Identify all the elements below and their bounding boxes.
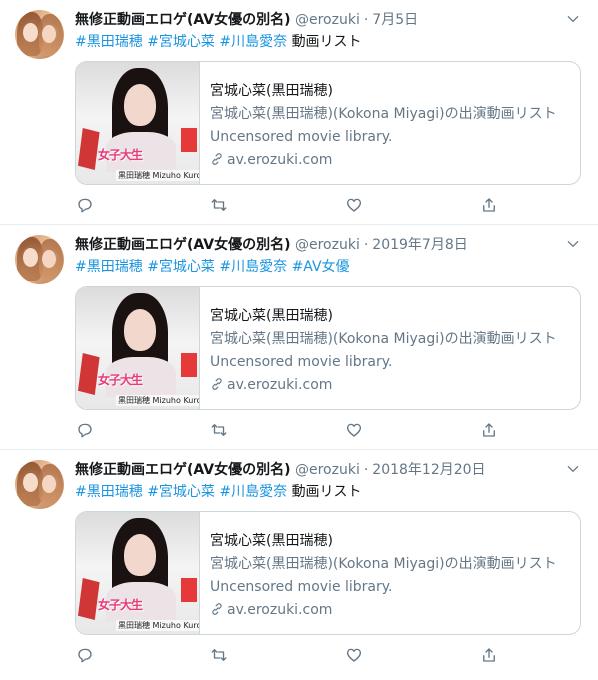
chevron-down-icon[interactable] [566, 12, 580, 26]
avatar[interactable] [15, 460, 64, 509]
card-text: 宮城心菜(黒田瑞穂) 宮城心菜(黒田瑞穂)(Kokona Miyagi)の出演動… [210, 530, 572, 622]
author-handle[interactable]: @erozuki [295, 12, 360, 28]
card-domain-text: av.erozuki.com [227, 602, 333, 618]
thumb-face [124, 84, 156, 126]
avatar-face-right [42, 475, 56, 493]
tweet-text-tail: 動画リスト [291, 484, 362, 500]
thumb-badge [181, 128, 197, 152]
thumb-face [124, 534, 156, 576]
thumb-badge [181, 353, 197, 377]
tweet-actions [75, 195, 505, 215]
tweet-actions [75, 420, 505, 440]
avatar-face-right [42, 250, 56, 268]
tweet-actions [75, 645, 505, 665]
tweet-header: 無修正動画エロゲ(AV女優の別名) @erozuki · 2018年12月20日 [75, 460, 486, 480]
like-icon[interactable] [344, 195, 364, 215]
retweet-icon[interactable] [209, 645, 229, 665]
link-card[interactable]: 女子大生 黒田瑞穂 Mizuho Kuroda 宮城心菜(黒田瑞穂) 宮城心菜(… [75, 511, 581, 635]
hashtag-link[interactable]: #宮城心菜 [147, 34, 215, 50]
card-thumbnail: 女子大生 黒田瑞穂 Mizuho Kuroda [76, 62, 200, 184]
author-name[interactable]: 無修正動画エロゲ(AV女優の別名) [75, 12, 291, 28]
avatar[interactable] [15, 235, 64, 284]
separator-dot: · [363, 237, 369, 253]
link-card[interactable]: 女子大生 黒田瑞穂 Mizuho Kuroda 宮城心菜(黒田瑞穂) 宮城心菜(… [75, 286, 581, 410]
link-card[interactable]: 女子大生 黒田瑞穂 Mizuho Kuroda 宮城心菜(黒田瑞穂) 宮城心菜(… [75, 61, 581, 185]
separator-dot: · [363, 12, 369, 28]
reply-icon[interactable] [75, 195, 95, 215]
tweet-text: #黒田瑞穂 #宮城心菜 #川島愛奈 動画リスト [75, 32, 362, 52]
tweet-text: #黒田瑞穂 #宮城心菜 #川島愛奈 動画リスト [75, 482, 362, 502]
retweet-icon[interactable] [209, 195, 229, 215]
hashtag-link[interactable]: #黒田瑞穂 [75, 34, 143, 50]
share-icon[interactable] [479, 420, 499, 440]
share-icon[interactable] [479, 645, 499, 665]
card-domain: av.erozuki.com [210, 149, 572, 172]
card-subtitle: Uncensored movie library. [210, 354, 393, 370]
chevron-down-icon[interactable] [566, 237, 580, 251]
reply-icon[interactable] [75, 420, 95, 440]
tweet-date[interactable]: 2018年12月20日 [372, 462, 485, 478]
tweet-header: 無修正動画エロゲ(AV女優の別名) @erozuki · 7月5日 [75, 10, 418, 30]
card-domain-text: av.erozuki.com [227, 377, 333, 393]
reply-icon[interactable] [75, 645, 95, 665]
avatar-face-left [23, 23, 38, 42]
hashtag-link[interactable]: #川島愛奈 [219, 259, 287, 275]
hashtag-link[interactable]: #宮城心菜 [147, 259, 215, 275]
author-handle[interactable]: @erozuki [295, 462, 360, 478]
tweet-date[interactable]: 7月5日 [372, 12, 418, 28]
tweet-text: #黒田瑞穂 #宮城心菜 #川島愛奈 #AV女優 [75, 257, 350, 277]
card-title: 宮城心菜(黒田瑞穂) [210, 533, 333, 549]
share-icon[interactable] [479, 195, 499, 215]
card-title: 宮城心菜(黒田瑞穂) [210, 308, 333, 324]
link-icon [212, 603, 222, 615]
like-icon[interactable] [344, 420, 364, 440]
author-name[interactable]: 無修正動画エロゲ(AV女優の別名) [75, 462, 291, 478]
tweet-date[interactable]: 2019年7月8日 [372, 237, 467, 253]
chevron-down-icon[interactable] [566, 462, 580, 476]
thumb-badge [181, 578, 197, 602]
hashtag-link[interactable]: #AV女優 [292, 259, 350, 275]
tweet[interactable]: 無修正動画エロゲ(AV女優の別名) @erozuki · 2018年12月20日 #… [0, 450, 598, 675]
thumb-caption: 黒田瑞穂 Mizuho Kuroda [116, 170, 199, 181]
like-icon[interactable] [344, 645, 364, 665]
author-handle[interactable]: @erozuki [295, 237, 360, 253]
hashtag-link[interactable]: #黒田瑞穂 [75, 484, 143, 500]
card-description: 宮城心菜(黒田瑞穂)(Kokona Miyagi)の出演動画リスト [210, 331, 557, 347]
tweet[interactable]: 無修正動画エロゲ(AV女優の別名) @erozuki · 2019年7月8日 #黒田… [0, 225, 598, 450]
thumb-caption: 黒田瑞穂 Mizuho Kuroda [116, 620, 199, 631]
avatar-face-right [42, 25, 56, 43]
card-text: 宮城心菜(黒田瑞穂) 宮城心菜(黒田瑞穂)(Kokona Miyagi)の出演動… [210, 80, 572, 172]
tweet-text-tail: 動画リスト [291, 34, 362, 50]
hashtag-link[interactable]: #宮城心菜 [147, 484, 215, 500]
hashtag-link[interactable]: #川島愛奈 [219, 484, 287, 500]
tweet-header: 無修正動画エロゲ(AV女優の別名) @erozuki · 2019年7月8日 [75, 235, 468, 255]
hashtag-link[interactable]: #川島愛奈 [219, 34, 287, 50]
card-title: 宮城心菜(黒田瑞穂) [210, 83, 333, 99]
retweet-icon[interactable] [209, 420, 229, 440]
card-subtitle: Uncensored movie library. [210, 129, 393, 145]
card-description: 宮城心菜(黒田瑞穂)(Kokona Miyagi)の出演動画リスト [210, 556, 557, 572]
card-domain: av.erozuki.com [210, 374, 572, 397]
card-subtitle: Uncensored movie library. [210, 579, 393, 595]
thumb-banner-text: 女子大生 [98, 373, 143, 387]
link-icon [212, 378, 222, 390]
card-description: 宮城心菜(黒田瑞穂)(Kokona Miyagi)の出演動画リスト [210, 106, 557, 122]
hashtag-link[interactable]: #黒田瑞穂 [75, 259, 143, 275]
card-thumbnail: 女子大生 黒田瑞穂 Mizuho Kuroda [76, 512, 200, 634]
card-thumbnail: 女子大生 黒田瑞穂 Mizuho Kuroda [76, 287, 200, 409]
tweet[interactable]: 無修正動画エロゲ(AV女優の別名) @erozuki · 7月5日 #黒田瑞穂 #宮… [0, 0, 598, 225]
card-domain: av.erozuki.com [210, 599, 572, 622]
avatar[interactable] [15, 10, 64, 59]
thumb-banner-text: 女子大生 [98, 148, 143, 162]
separator-dot: · [363, 462, 369, 478]
thumb-banner-text: 女子大生 [98, 598, 143, 612]
card-domain-text: av.erozuki.com [227, 152, 333, 168]
link-icon [212, 153, 222, 165]
thumb-caption: 黒田瑞穂 Mizuho Kuroda [116, 395, 199, 406]
card-text: 宮城心菜(黒田瑞穂) 宮城心菜(黒田瑞穂)(Kokona Miyagi)の出演動… [210, 305, 572, 397]
avatar-face-left [23, 248, 38, 267]
thumb-face [124, 309, 156, 351]
avatar-face-left [23, 473, 38, 492]
author-name[interactable]: 無修正動画エロゲ(AV女優の別名) [75, 237, 291, 253]
